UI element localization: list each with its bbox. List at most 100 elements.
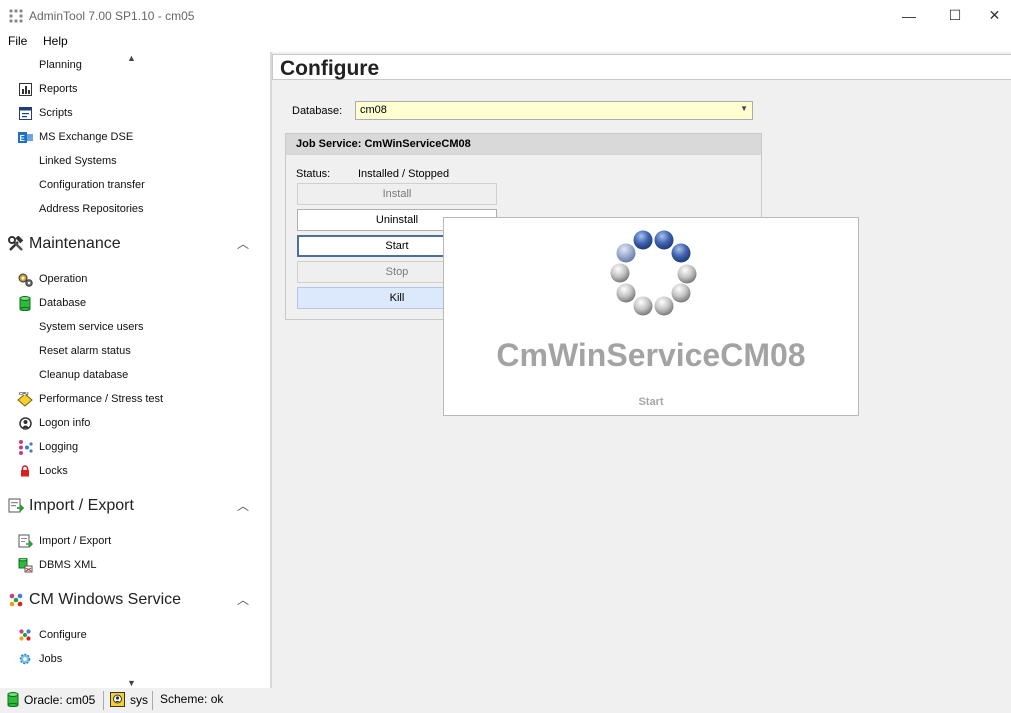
sidebar-item-label: Address Repositories [39, 203, 144, 215]
menu-file[interactable]: File [8, 34, 27, 48]
sidebar-item-ms-exchange-dse[interactable]: E MS Exchange DSE [17, 127, 133, 147]
sidebar-item-label: System service users [39, 321, 144, 333]
svg-text:CPU: CPU [19, 391, 29, 396]
sidebar-item-locks[interactable]: Locks [17, 461, 68, 481]
database-select[interactable]: cm08 ▼ [355, 101, 753, 120]
database-icon [17, 295, 33, 311]
status-scheme-text: Scheme: ok [160, 692, 224, 706]
close-button[interactable]: ✕ [978, 0, 1011, 31]
sidebar-item-label: Cleanup database [39, 369, 129, 381]
job-service-title: Job Service: CmWinServiceCM08 [286, 134, 761, 155]
logging-icon [17, 439, 33, 455]
status-label: Status: [296, 168, 331, 180]
sidebar-item-label: Import / Export [39, 535, 112, 547]
dbms-xml-icon [17, 557, 33, 573]
sidebar-item-label: Configuration transfer [39, 179, 145, 191]
progress-action-label: Start [638, 396, 664, 408]
sidebar-item-label: Logon info [39, 417, 91, 429]
reports-icon [17, 81, 33, 97]
maximize-button[interactable]: ☐ [932, 0, 978, 31]
sidebar-item-label: Linked Systems [39, 155, 117, 167]
status-user-text: sys [130, 692, 148, 707]
sidebar-item-label: Scripts [39, 107, 73, 119]
status-db: Oracle: cm05 [7, 692, 95, 707]
status-bar: Oracle: cm05 sys Scheme: ok [0, 688, 1011, 713]
loading-spinner-icon [610, 230, 697, 316]
status-separator [103, 691, 104, 710]
dropdown-arrow-icon[interactable]: ▼ [740, 104, 748, 113]
database-select-value: cm08 [360, 104, 387, 116]
sidebar-item-system-service-users[interactable]: System service users [17, 317, 144, 337]
sidebar-item-label: Operation [39, 273, 88, 285]
cm-service-section-icon [7, 591, 25, 609]
progress-dialog: CmWinServiceCM08 Start [443, 217, 859, 416]
cpu-icon: CPU [17, 391, 33, 407]
svg-text:E: E [19, 134, 25, 143]
section-import-export[interactable]: Import / Export ︿ [7, 494, 259, 518]
minimize-icon: — [902, 7, 916, 24]
status-user: sys [110, 692, 148, 707]
scripts-icon [17, 105, 33, 121]
status-value: Installed / Stopped [358, 168, 450, 180]
sidebar-item-cleanup-database[interactable]: Cleanup database [17, 365, 128, 385]
sidebar-item-logon-info[interactable]: Logon info [17, 413, 90, 433]
title-bar: AdminTool 7.00 SP1.10 - cm05 — ☐ ✕ [0, 0, 1011, 31]
sidebar-item-import-export[interactable]: Import / Export [17, 531, 111, 551]
sidebar-item-linked-systems[interactable]: Linked Systems [17, 151, 117, 171]
sidebar-item-label: Locks [39, 465, 68, 477]
sidebar-item-label: Logging [39, 441, 79, 453]
gears-icon [17, 271, 33, 287]
sidebar-item-label: Configure [39, 629, 87, 641]
database-icon [7, 692, 19, 707]
collapse-chevron-icon[interactable]: ︿ [237, 235, 249, 252]
scroll-up-arrow-icon[interactable]: ▲ [127, 53, 136, 63]
section-cm-windows-service[interactable]: CM Windows Service ︿ [7, 588, 259, 612]
sidebar-item-label: Planning [39, 59, 82, 71]
exchange-icon: E [17, 129, 33, 145]
scroll-down-arrow-icon[interactable]: ▼ [127, 678, 136, 688]
sidebar-item-jobs[interactable]: Jobs [17, 649, 62, 669]
sidebar-item-database[interactable]: Database [17, 293, 86, 313]
sidebar[interactable]: ▲ Planning Reports Scripts E MS Exchange… [0, 52, 270, 688]
lock-icon [17, 463, 33, 479]
minimize-button[interactable]: — [886, 0, 932, 31]
sidebar-item-label: DBMS XML [39, 559, 97, 571]
sidebar-item-address-repositories[interactable]: Address Repositories [17, 199, 144, 219]
page-title: Configure [280, 57, 380, 80]
page-header: Configure [272, 54, 1011, 80]
menu-help[interactable]: Help [43, 34, 68, 48]
sidebar-item-planning[interactable]: Planning [17, 55, 82, 75]
section-title: Import / Export [29, 497, 134, 514]
sidebar-item-label: Reset alarm status [39, 345, 131, 357]
status-separator [152, 691, 153, 710]
user-icon [110, 692, 125, 707]
collapse-chevron-icon[interactable]: ︿ [237, 591, 249, 608]
sidebar-item-configuration-transfer[interactable]: Configuration transfer [17, 175, 145, 195]
sidebar-item-label: MS Exchange DSE [39, 131, 134, 143]
sidebar-item-dbms-xml[interactable]: DBMS XML [17, 555, 96, 575]
import-export-section-icon [7, 497, 25, 515]
tools-icon [7, 235, 25, 253]
jobs-icon [17, 651, 33, 667]
sidebar-item-configure[interactable]: Configure [17, 625, 87, 645]
configure-icon [17, 627, 33, 643]
status-db-text: Oracle: cm05 [24, 692, 96, 707]
sidebar-item-label: Jobs [39, 653, 63, 665]
window-title: AdminTool 7.00 SP1.10 - cm05 [29, 9, 195, 23]
status-scheme: Scheme: ok [160, 692, 223, 706]
install-button[interactable]: Install [297, 183, 497, 205]
sidebar-item-reports[interactable]: Reports [17, 79, 78, 99]
sidebar-item-scripts[interactable]: Scripts [17, 103, 73, 123]
sidebar-item-logging[interactable]: Logging [17, 437, 78, 457]
sidebar-item-performance-stress-test[interactable]: CPU Performance / Stress test [17, 389, 163, 409]
import-export-icon [17, 533, 33, 549]
app-icon [9, 9, 23, 23]
maximize-icon: ☐ [948, 7, 962, 23]
menu-bar: File Help [0, 31, 1011, 52]
sidebar-item-reset-alarm-status[interactable]: Reset alarm status [17, 341, 131, 361]
section-maintenance[interactable]: Maintenance ︿ [7, 232, 259, 256]
collapse-chevron-icon[interactable]: ︿ [237, 497, 249, 514]
section-title: Maintenance [29, 235, 121, 252]
logon-icon [17, 415, 33, 431]
sidebar-item-operation[interactable]: Operation [17, 269, 87, 289]
